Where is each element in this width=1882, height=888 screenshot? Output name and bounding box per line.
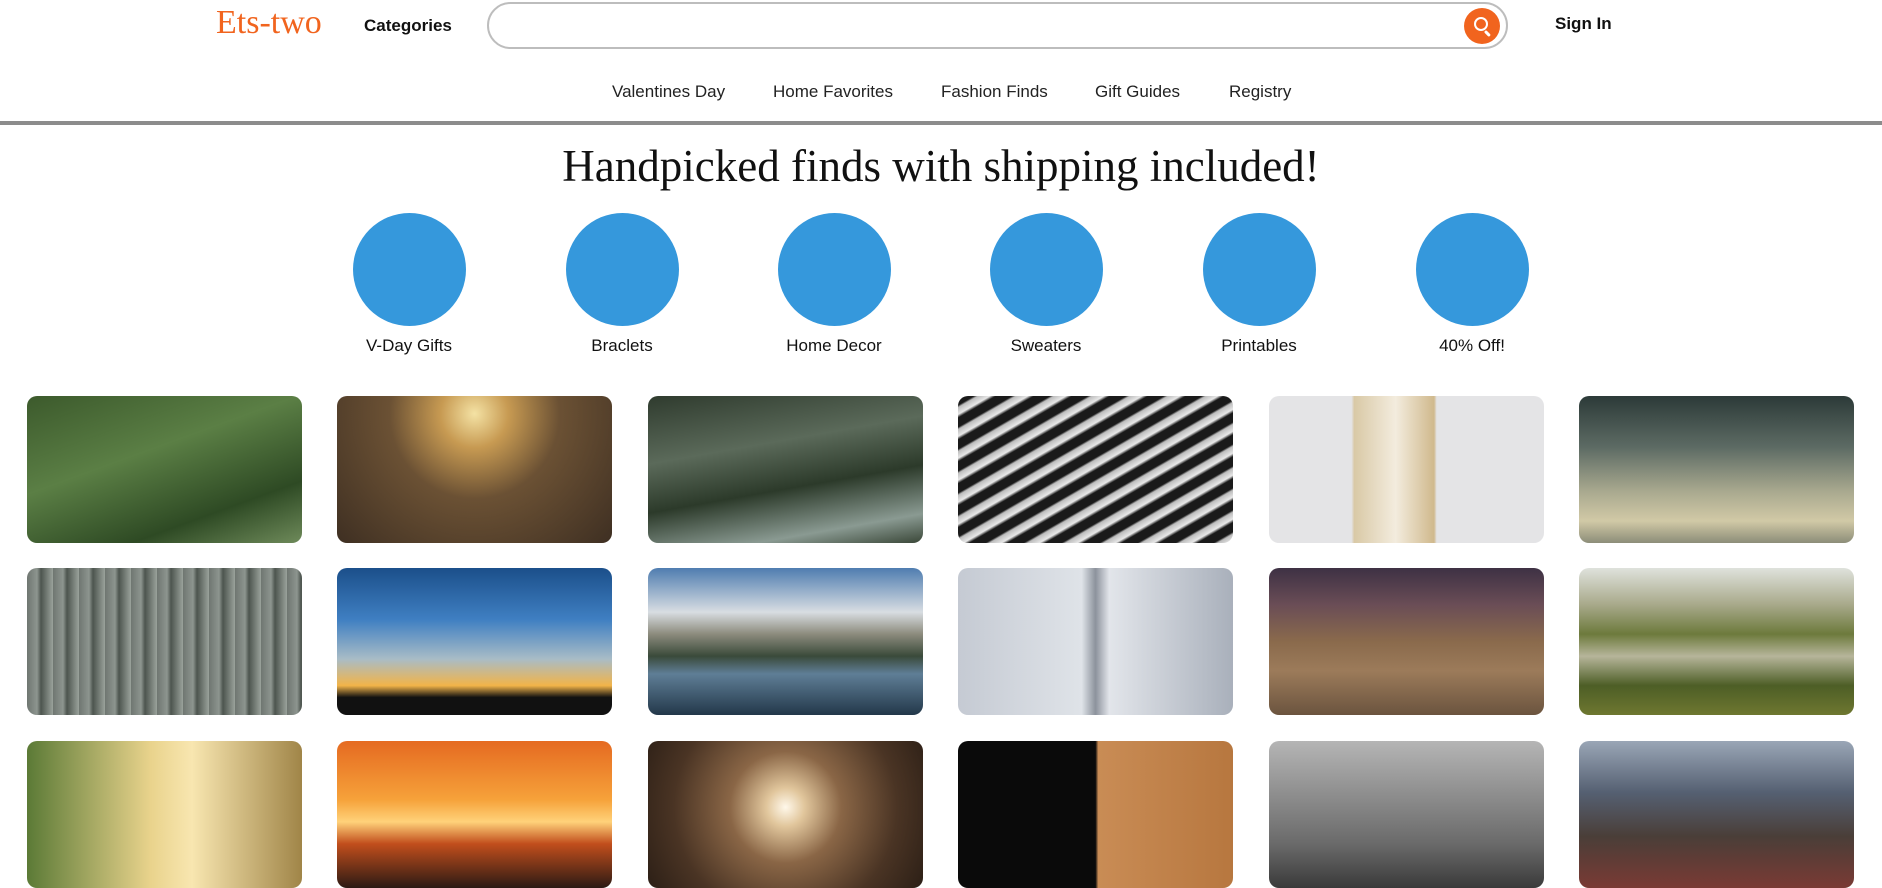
product-photo-misty-forest[interactable] <box>27 568 302 715</box>
product-photo-sunset-silhouette[interactable] <box>337 568 612 715</box>
product-photo-cloudy-hills[interactable] <box>1579 396 1854 543</box>
product-photo-railway[interactable] <box>1269 568 1544 715</box>
category-home-decor[interactable]: Home Decor <box>754 213 914 356</box>
category-label: V-Day Gifts <box>366 336 452 355</box>
category-braclets[interactable]: Braclets <box>542 213 702 356</box>
logo[interactable]: Ets-two <box>216 4 322 42</box>
category-image <box>565 213 679 326</box>
category-v-day-gifts[interactable]: V-Day Gifts <box>329 213 489 356</box>
product-photo-staircase[interactable] <box>1269 396 1544 543</box>
category-image <box>1415 213 1529 326</box>
header-divider <box>0 121 1882 125</box>
category-sweaters[interactable]: Sweaters <box>966 213 1126 356</box>
category-image <box>1202 213 1316 326</box>
category-printables[interactable]: Printables <box>1179 213 1339 356</box>
category-40-off[interactable]: 40% Off! <box>1392 213 1552 356</box>
product-photo-forest-dog[interactable] <box>27 396 302 543</box>
category-label: 40% Off! <box>1439 336 1505 355</box>
product-photo-architecture[interactable] <box>958 396 1233 543</box>
product-photo-eiffel-tower[interactable] <box>1269 741 1544 888</box>
category-label: Printables <box>1221 336 1297 355</box>
nav-item-valentines-day[interactable]: Valentines Day <box>612 82 725 102</box>
product-photo-snowy-forest[interactable] <box>648 396 923 543</box>
product-photo-tunnel[interactable] <box>648 741 923 888</box>
product-photo-mountain-lake[interactable] <box>648 568 923 715</box>
nav-item-gift-guides[interactable]: Gift Guides <box>1095 82 1180 102</box>
category-image <box>352 213 466 326</box>
category-label: Braclets <box>591 336 653 355</box>
category-label: Home Decor <box>786 336 882 355</box>
product-photo-city-traffic[interactable] <box>1579 741 1854 888</box>
product-photo-dry-grass[interactable] <box>337 396 612 543</box>
category-image <box>989 213 1103 326</box>
search-button[interactable] <box>1464 8 1500 44</box>
search-input[interactable] <box>507 12 1441 42</box>
product-photo-woman-field[interactable] <box>27 741 302 888</box>
page-headline: Handpicked finds with shipping included! <box>562 141 1320 191</box>
product-photo-jungle-river[interactable] <box>1579 568 1854 715</box>
product-photo-laptop[interactable] <box>958 741 1233 888</box>
nav-item-home-favorites[interactable]: Home Favorites <box>773 82 893 102</box>
sign-in-button[interactable]: Sign In <box>1555 14 1612 34</box>
category-image <box>777 213 891 326</box>
search-bar <box>487 2 1508 49</box>
categories-button[interactable]: Categories <box>364 16 452 36</box>
nav-item-fashion-finds[interactable]: Fashion Finds <box>941 82 1048 102</box>
product-photo-grey-sky[interactable] <box>958 568 1233 715</box>
product-photo-sea-sunset[interactable] <box>337 741 612 888</box>
nav-item-registry[interactable]: Registry <box>1229 82 1291 102</box>
category-label: Sweaters <box>1010 336 1082 355</box>
